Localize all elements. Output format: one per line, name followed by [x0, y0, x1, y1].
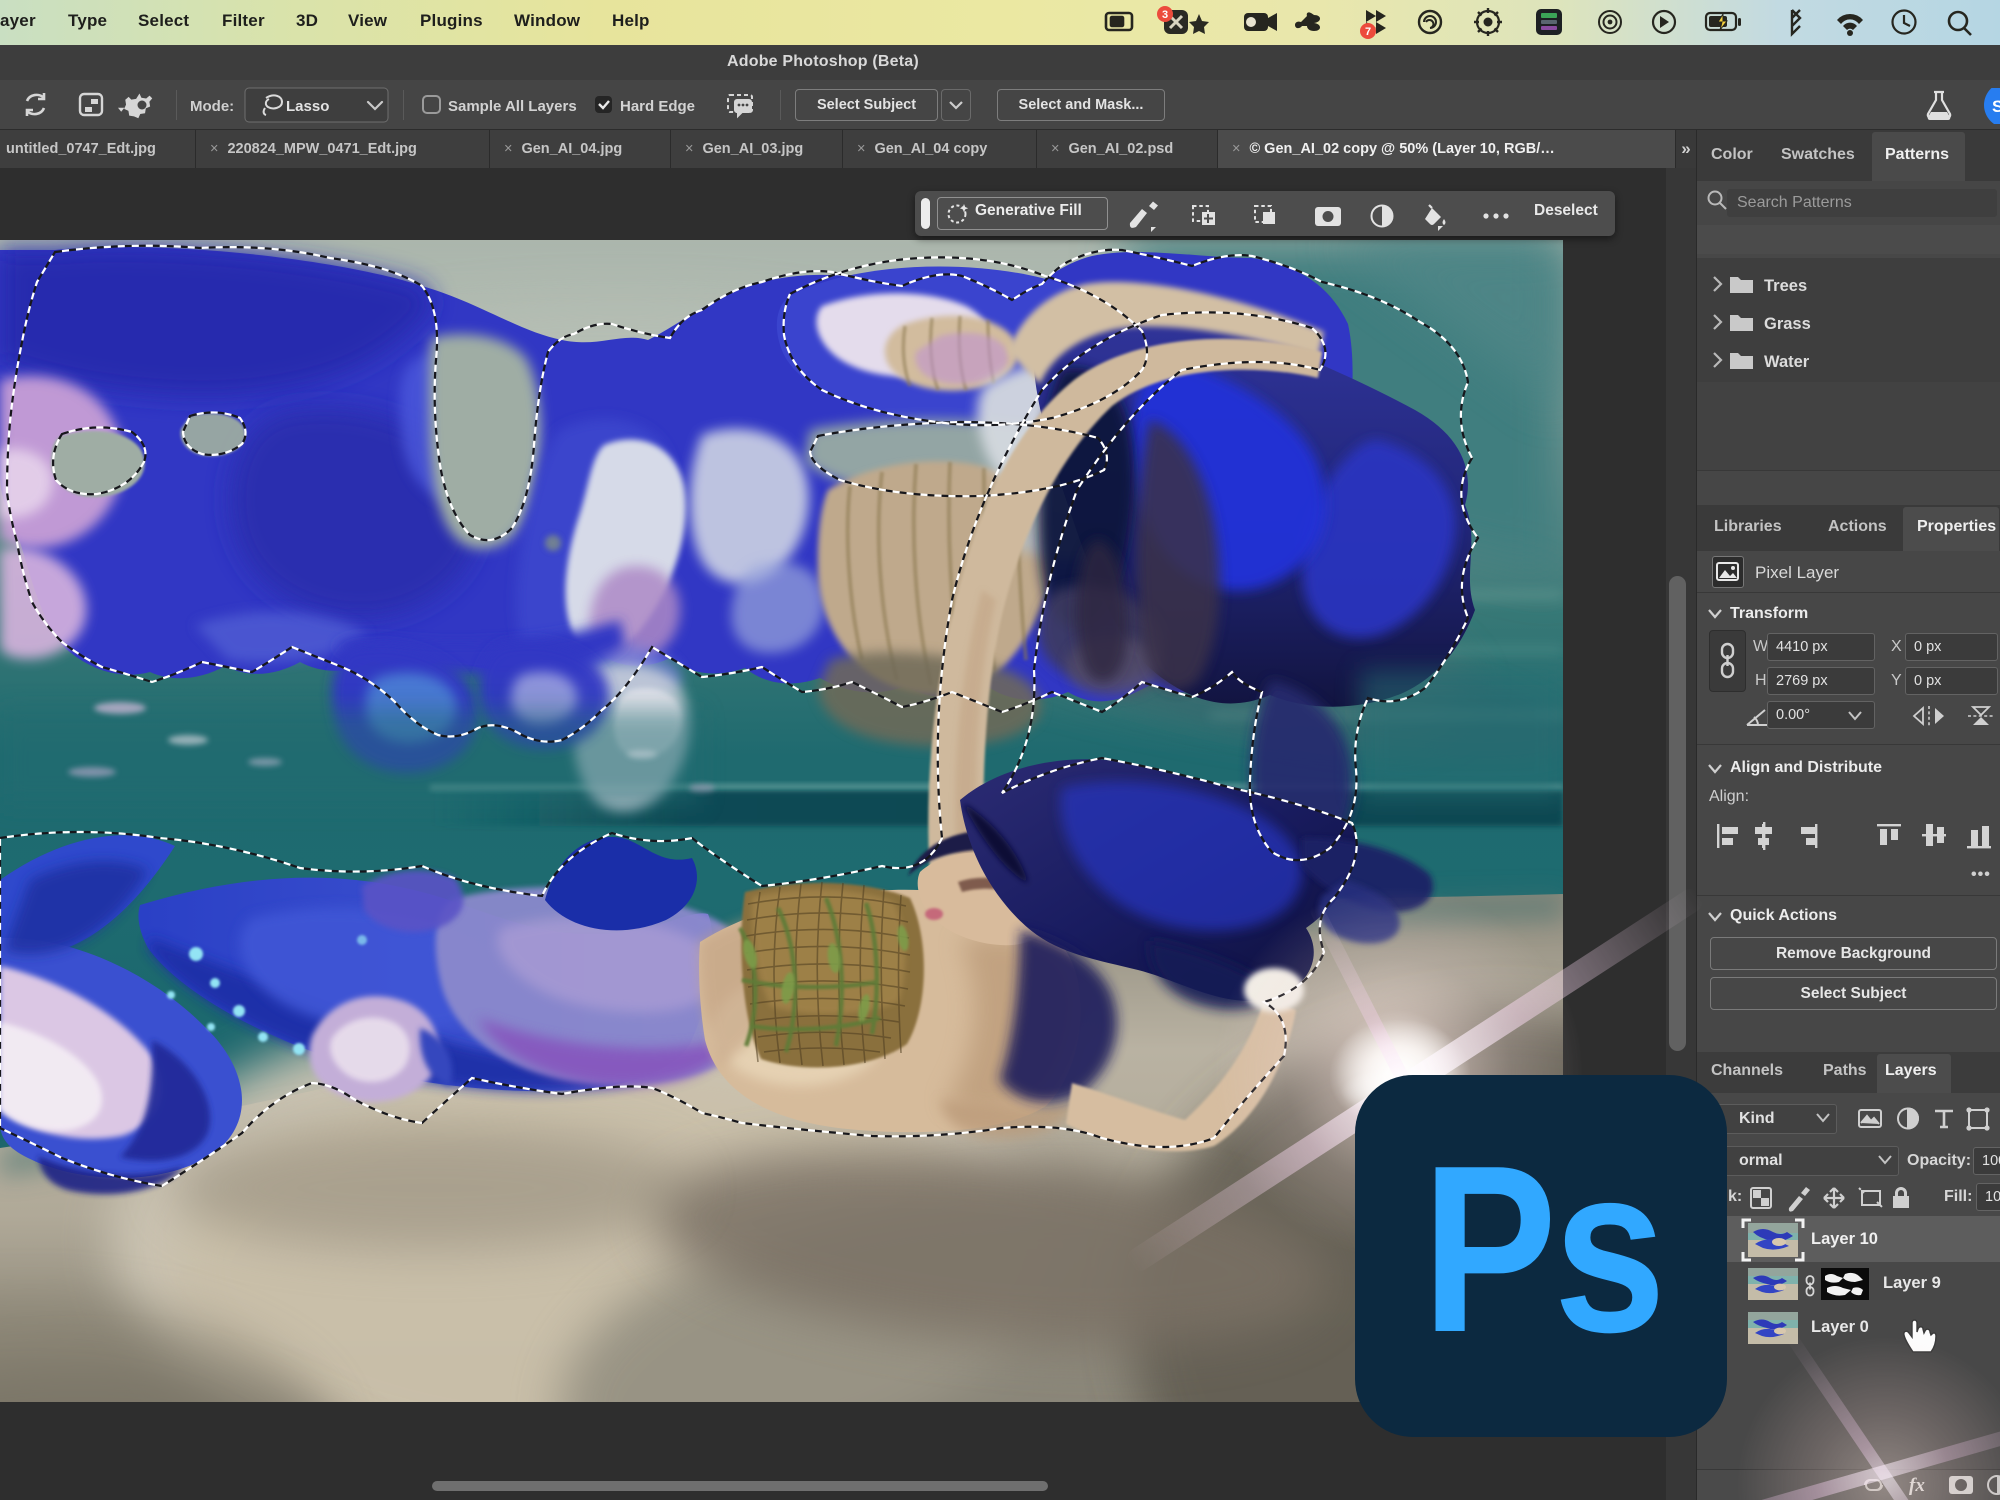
svg-text:Trees: Trees — [1764, 277, 1807, 295]
svg-text:Hard Edge: Hard Edge — [620, 98, 695, 115]
svg-text:fx: fx — [1909, 1475, 1925, 1496]
svg-text:Mode:: Mode: — [190, 98, 234, 115]
svg-text:3: 3 — [1162, 9, 1168, 21]
svg-text:Lasso: Lasso — [286, 98, 329, 115]
svg-text:Sample All Layers: Sample All Layers — [448, 98, 577, 115]
svg-text:Grass: Grass — [1764, 315, 1811, 333]
svg-text:S: S — [1992, 97, 2000, 116]
svg-text:7: 7 — [1365, 26, 1371, 38]
svg-text:Water: Water — [1764, 353, 1810, 371]
